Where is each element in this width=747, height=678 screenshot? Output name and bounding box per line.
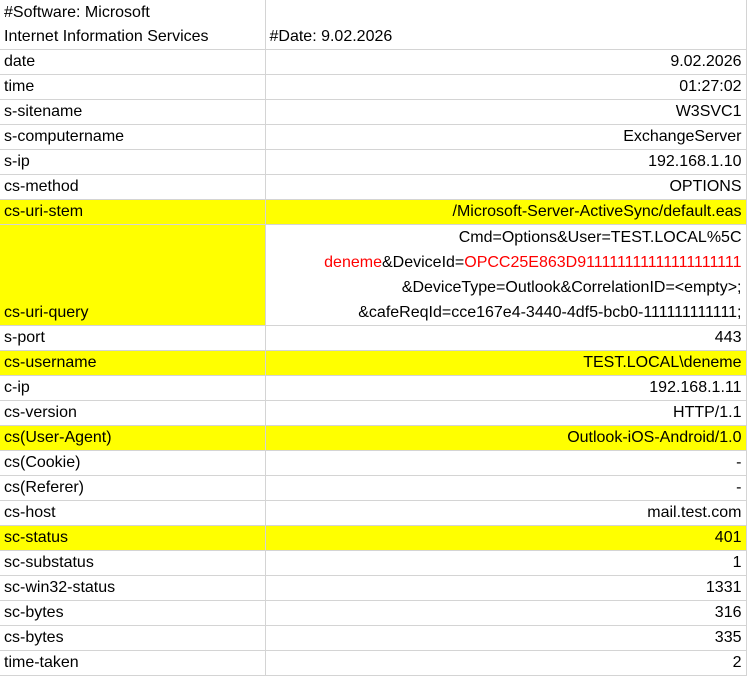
field-name-cell[interactable]: cs-version (0, 400, 266, 426)
table-row: cs-version HTTP/1.1 (0, 400, 747, 426)
table-row: s-port 443 (0, 325, 747, 351)
field-name-cell[interactable]: s-sitename (0, 99, 266, 125)
software-line-1: #Software: Microsoft (4, 4, 150, 21)
uri-query-row-2: deneme&DeviceId=OPCC25E863D9111111111111… (270, 250, 742, 275)
field-value-cell[interactable]: 401 (265, 525, 747, 551)
field-value-cell[interactable]: HTTP/1.1 (265, 400, 747, 426)
table-row: date 9.02.2026 (0, 49, 747, 75)
field-name-cell[interactable]: c-ip (0, 375, 266, 401)
field-name-cell[interactable]: cs-bytes (0, 625, 266, 651)
field-value-cell[interactable]: 1 (265, 550, 747, 576)
uri-query-row-4: &cafeReqId=cce167e4-3440-4df5-bcb0-11111… (270, 300, 742, 325)
table-row: cs-host mail.test.com (0, 500, 747, 526)
field-name-cell[interactable]: cs-uri-query (0, 224, 266, 326)
field-name-cell[interactable]: date (0, 49, 266, 75)
table-row: s-sitename W3SVC1 (0, 99, 747, 125)
field-name-cell[interactable]: cs(Cookie) (0, 450, 266, 476)
field-name-cell[interactable]: sc-bytes (0, 600, 266, 626)
field-name-cell[interactable]: cs-username (0, 350, 266, 376)
field-value-cell[interactable]: /Microsoft-Server-ActiveSync/default.eas (265, 199, 747, 225)
table-row: s-ip 192.168.1.10 (0, 149, 747, 175)
date-header-cell[interactable]: #Date: 9.02.2026 (265, 0, 747, 50)
field-value-cell[interactable]: - (265, 475, 747, 501)
field-value-cell[interactable]: 192.168.1.11 (265, 375, 747, 401)
table-row: s-computername ExchangeServer (0, 124, 747, 150)
field-value-cell[interactable]: W3SVC1 (265, 99, 747, 125)
table-row: c-ip 192.168.1.11 (0, 375, 747, 401)
field-value-cell[interactable]: 9.02.2026 (265, 49, 747, 75)
uri-query-row-3: &DeviceType=Outlook&CorrelationID=<empty… (270, 275, 742, 300)
field-value-cell[interactable]: OPTIONS (265, 174, 747, 200)
table-row: sc-status 401 (0, 525, 747, 551)
field-name-cell[interactable]: sc-substatus (0, 550, 266, 576)
software-line-2: Internet Information Services (4, 28, 209, 45)
uri-query-line-1: Cmd=Options&User=TEST.LOCAL%5C (458, 229, 742, 246)
uri-query-deviceid: OPCC25E863D911111111111111111111 (464, 254, 742, 271)
field-value-cell[interactable]: 1331 (265, 575, 747, 601)
table-row: time-taken 2 (0, 650, 747, 676)
field-value-cell[interactable]: TEST.LOCAL\deneme (265, 350, 747, 376)
field-name-cell[interactable]: sc-win32-status (0, 575, 266, 601)
table-row: time 01:27:02 (0, 74, 747, 100)
field-value-cell[interactable]: 335 (265, 625, 747, 651)
table-row: sc-win32-status 1331 (0, 575, 747, 601)
field-value-cell[interactable]: Outlook-iOS-Android/1.0 (265, 425, 747, 451)
table-row: cs-username TEST.LOCAL\deneme (0, 350, 747, 376)
field-name-cell[interactable]: s-computername (0, 124, 266, 150)
table-row: cs-uri-stem/Microsoft-Server-ActiveSync/… (0, 199, 747, 225)
field-value-cell[interactable]: 01:27:02 (265, 74, 747, 100)
table-row: sc-bytes 316 (0, 600, 747, 626)
field-value-cell[interactable]: 2 (265, 650, 747, 676)
uri-query-user: deneme (324, 254, 382, 271)
uri-query-value-cell[interactable]: Cmd=Options&User=TEST.LOCAL%5C deneme&Dev… (265, 224, 747, 326)
table-row: cs(User-Agent) Outlook-iOS-Android/1.0 (0, 425, 747, 451)
field-value-cell[interactable]: ExchangeServer (265, 124, 747, 150)
table-row: cs(Cookie) - (0, 450, 747, 476)
field-name-cell[interactable]: cs-uri-stem (0, 199, 266, 225)
table-row: sc-substatus 1 (0, 550, 747, 576)
field-name-cell[interactable]: cs-method (0, 174, 266, 200)
field-name-cell[interactable]: cs(User-Agent) (0, 425, 266, 451)
field-value-cell[interactable]: mail.test.com (265, 500, 747, 526)
field-value-cell[interactable]: 316 (265, 600, 747, 626)
uri-query-line-4: &cafeReqId=cce167e4-3440-4df5-bcb0-11111… (358, 304, 742, 321)
table-row: cs-bytes 335 (0, 625, 747, 651)
field-name-cell[interactable]: cs(Referer) (0, 475, 266, 501)
field-value-cell[interactable]: 192.168.1.10 (265, 149, 747, 175)
uri-query-deviceid-label: &DeviceId= (381, 254, 465, 271)
field-value-cell[interactable]: - (265, 450, 747, 476)
field-name-cell[interactable]: cs-host (0, 500, 266, 526)
field-value-cell[interactable]: 443 (265, 325, 747, 351)
header-row: #Software: Microsoft Internet Informatio… (0, 0, 747, 50)
field-name-cell[interactable]: s-port (0, 325, 266, 351)
software-header-cell[interactable]: #Software: Microsoft Internet Informatio… (0, 0, 266, 50)
table-row: cs(Referer) - (0, 475, 747, 501)
uri-query-line-3: &DeviceType=Outlook&CorrelationID=<empty… (401, 279, 742, 296)
uri-query-row-1: Cmd=Options&User=TEST.LOCAL%5C (270, 225, 742, 250)
date-header-text: #Date: 9.02.2026 (269, 28, 393, 45)
table-row-uri-query: cs-uri-query Cmd=Options&User=TEST.LOCAL%… (0, 224, 747, 326)
iis-log-table: #Software: Microsoft Internet Informatio… (0, 0, 747, 676)
field-name-cell[interactable]: time (0, 74, 266, 100)
field-name-cell[interactable]: sc-status (0, 525, 266, 551)
table-row: cs-method OPTIONS (0, 174, 747, 200)
field-name-cell[interactable]: time-taken (0, 650, 266, 676)
field-name-cell[interactable]: s-ip (0, 149, 266, 175)
log-table-body: #Software: Microsoft Internet Informatio… (0, 0, 747, 676)
